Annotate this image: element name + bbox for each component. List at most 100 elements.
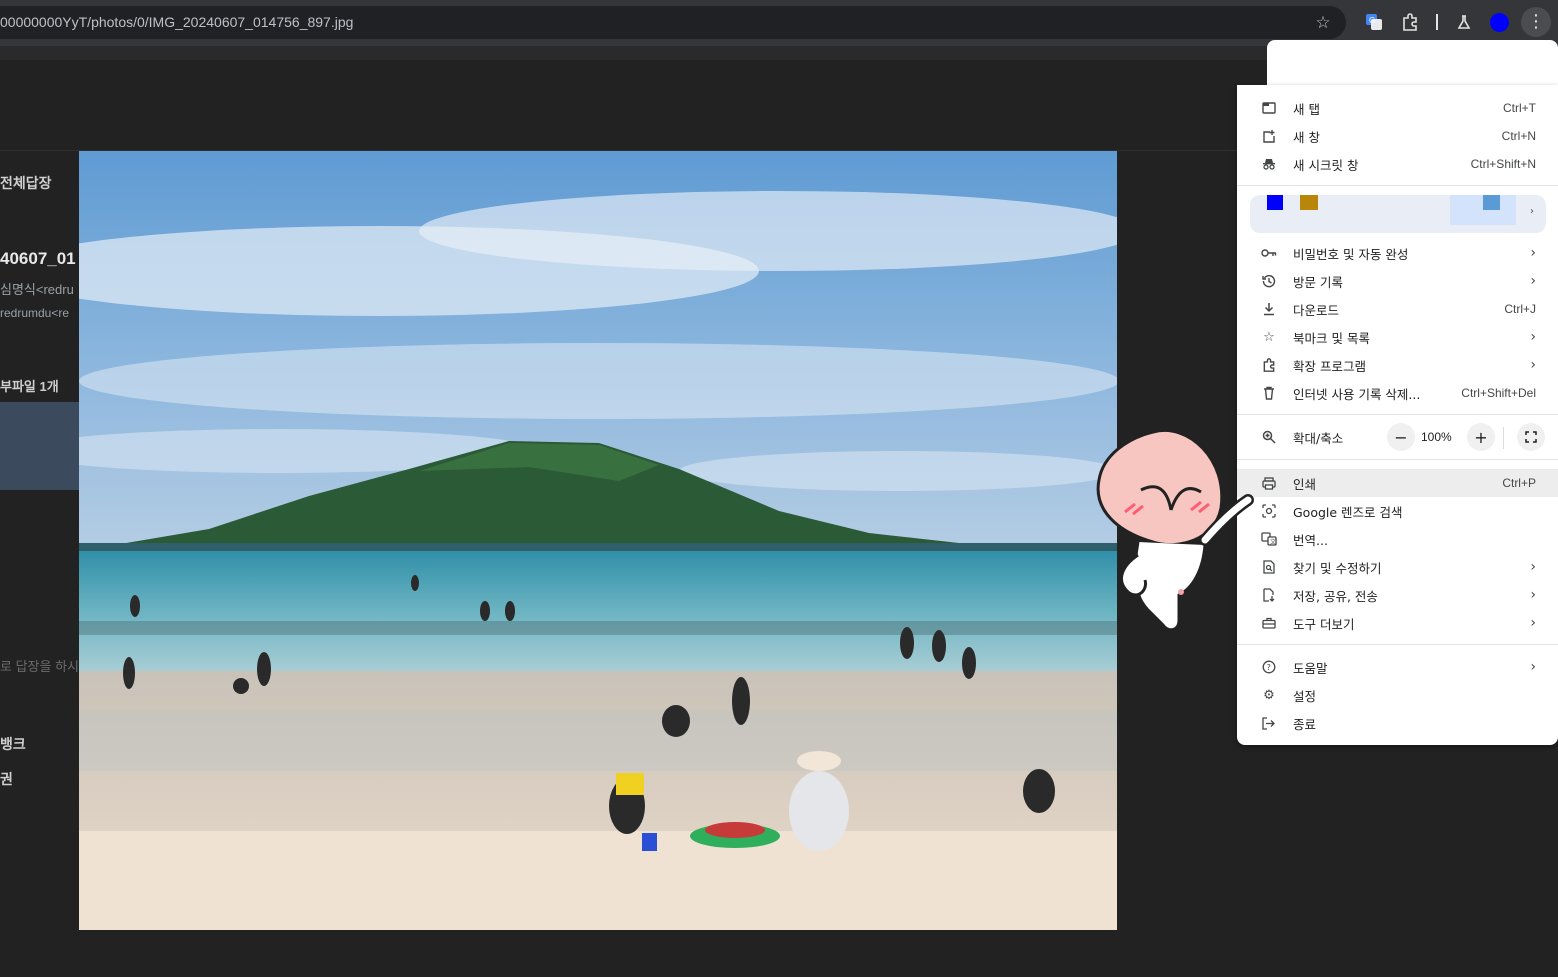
- svg-text:文: 文: [1270, 538, 1276, 546]
- history-icon: [1259, 271, 1279, 291]
- download-icon: [1259, 299, 1279, 319]
- menu-item-label: 다운로드: [1293, 302, 1340, 318]
- menu-item-downloads[interactable]: 다운로드 Ctrl+J: [1237, 295, 1558, 323]
- menu-item-incognito[interactable]: 새 시크릿 창 Ctrl+Shift+N: [1237, 150, 1558, 178]
- lens-icon: [1259, 501, 1279, 521]
- url-text[interactable]: 00000000YyT/photos/0/IMG_20240607_014756…: [0, 14, 353, 30]
- menu-item-label: 찾기 및 수정하기: [1293, 560, 1382, 576]
- menu-item-label: 종료: [1293, 716, 1317, 732]
- zoom-in-button[interactable]: +: [1467, 423, 1495, 451]
- toolbar-divider: [1436, 14, 1438, 30]
- receiver-text: redrumdu<re: [0, 306, 70, 320]
- key-icon: [1259, 243, 1279, 263]
- shortcut-text: Ctrl+Shift+Del: [1461, 386, 1536, 400]
- save-share-icon: [1259, 585, 1279, 605]
- coupon-text: 권: [0, 771, 13, 787]
- menu-item-label: 북마크 및 목록: [1293, 330, 1370, 346]
- star-icon: ☆: [1263, 329, 1275, 345]
- menu-item-label: 새 시크릿 창: [1293, 157, 1359, 173]
- menu-item-new-tab[interactable]: 새 탭 Ctrl+T: [1237, 94, 1558, 122]
- bookmark-star-icon[interactable]: ☆: [1312, 12, 1334, 34]
- zoom-in-icon: [1259, 427, 1279, 447]
- fullscreen-button[interactable]: [1517, 423, 1545, 451]
- sender-text: 심명식<redru: [0, 282, 74, 297]
- peach-character-cursor: [1093, 420, 1258, 640]
- menu-item-label: 설정: [1293, 688, 1317, 704]
- chevron-right-icon: ›: [1530, 587, 1536, 603]
- attachment-thumbnail[interactable]: [0, 402, 79, 490]
- more-menu-icon[interactable]: ⋮: [1521, 7, 1551, 37]
- menu-item-exit[interactable]: 종료: [1237, 709, 1558, 737]
- labs-flask-icon[interactable]: [1452, 10, 1476, 34]
- shortcut-text: Ctrl+J: [1504, 302, 1536, 316]
- reply-placeholder[interactable]: 로 답장을 하시: [0, 656, 79, 675]
- bank-text: 뱅크: [0, 736, 26, 752]
- menu-item-zoom: 확대/축소 − 100% +: [1237, 423, 1558, 451]
- menu-header-area: [1267, 40, 1558, 85]
- incognito-icon: [1259, 154, 1279, 174]
- chevron-right-icon: ›: [1530, 245, 1536, 261]
- menu-divider: [1237, 414, 1558, 415]
- menu-item-label: 인터넷 사용 기록 삭제...: [1293, 386, 1421, 402]
- menu-item-print[interactable]: 인쇄 Ctrl+P: [1237, 469, 1558, 497]
- menu-item-translate[interactable]: 文 번역...: [1237, 525, 1558, 553]
- chevron-right-icon: ›: [1530, 329, 1536, 345]
- menu-item-history[interactable]: 방문 기록 ›: [1237, 267, 1558, 295]
- menu-item-label: 방문 기록: [1293, 274, 1343, 290]
- menu-item-label: 새 탭: [1293, 101, 1320, 117]
- menu-item-label: 비밀번호 및 자동 완성: [1293, 246, 1409, 262]
- chevron-right-icon: ›: [1530, 559, 1536, 575]
- menu-item-more-tools[interactable]: 도구 더보기 ›: [1237, 609, 1558, 637]
- extensions-icon[interactable]: [1398, 10, 1422, 34]
- menu-item-label: 저장, 공유, 전송: [1293, 588, 1378, 604]
- menu-item-lens[interactable]: Google 렌즈로 검색: [1237, 497, 1558, 525]
- profile-avatar[interactable]: [1490, 13, 1509, 32]
- menu-item-save-share[interactable]: 저장, 공유, 전송 ›: [1237, 581, 1558, 609]
- chevron-right-icon: ›: [1530, 659, 1536, 675]
- menu-item-extensions[interactable]: 확장 프로그램 ›: [1237, 351, 1558, 379]
- trash-icon: [1259, 383, 1279, 403]
- google-translate-icon[interactable]: G: [1362, 10, 1386, 34]
- chevron-right-icon: ›: [1530, 273, 1536, 289]
- svg-text:G: G: [1369, 16, 1375, 25]
- svg-text:?: ?: [1267, 663, 1271, 672]
- zoom-out-button[interactable]: −: [1387, 423, 1415, 451]
- profile-card[interactable]: ›: [1250, 195, 1546, 233]
- new-window-icon: [1259, 126, 1279, 146]
- address-bar[interactable]: 00000000YyT/photos/0/IMG_20240607_014756…: [0, 6, 1346, 39]
- menu-divider: [1237, 459, 1558, 460]
- shortcut-text: Ctrl+P: [1502, 476, 1536, 490]
- chevron-right-icon: ›: [1530, 615, 1536, 631]
- menu-item-passwords[interactable]: 비밀번호 및 자동 완성 ›: [1237, 239, 1558, 267]
- menu-item-settings[interactable]: ⚙ 설정: [1237, 681, 1558, 709]
- puzzle-icon: [1259, 355, 1279, 375]
- profile-swatch-accent: [1483, 195, 1500, 210]
- translate-icon: 文: [1259, 529, 1279, 549]
- menu-item-help[interactable]: ? 도움말 ›: [1237, 653, 1558, 681]
- new-tab-icon: [1259, 98, 1279, 118]
- gear-icon: ⚙: [1263, 687, 1275, 703]
- menu-item-label: 번역...: [1293, 532, 1328, 548]
- menu-item-label: Google 렌즈로 검색: [1293, 504, 1403, 520]
- menu-item-clear-data[interactable]: 인터넷 사용 기록 삭제... Ctrl+Shift+Del: [1237, 379, 1558, 407]
- zoom-divider: [1503, 427, 1504, 449]
- profile-swatch-gold: [1300, 195, 1318, 210]
- menu-item-label: 인쇄: [1293, 476, 1317, 492]
- menu-item-label: 확장 프로그램: [1293, 358, 1366, 374]
- chrome-main-menu: 새 탭 Ctrl+T 새 창 Ctrl+N 새 시크릿 창 Ctrl+Shift…: [1237, 85, 1558, 745]
- shortcut-text: Ctrl+Shift+N: [1470, 157, 1536, 171]
- exit-icon: [1259, 713, 1279, 733]
- menu-item-find-edit[interactable]: 찾기 및 수정하기 ›: [1237, 553, 1558, 581]
- zoom-value: 100%: [1421, 430, 1452, 444]
- menu-item-label: 도움말: [1293, 660, 1328, 676]
- menu-item-bookmarks[interactable]: ☆ 북마크 및 목록 ›: [1237, 323, 1558, 351]
- menu-item-new-window[interactable]: 새 창 Ctrl+N: [1237, 122, 1558, 150]
- toolbox-icon: [1259, 613, 1279, 633]
- shortcut-text: Ctrl+N: [1501, 129, 1536, 143]
- menu-divider: [1237, 644, 1558, 645]
- reply-all-button[interactable]: 전체답장: [0, 173, 52, 193]
- mail-subject: 40607_01: [0, 249, 76, 268]
- beach-photo[interactable]: [79, 151, 1117, 930]
- menu-item-label: 도구 더보기: [1293, 616, 1355, 632]
- profile-chevron-icon: ›: [1530, 206, 1534, 217]
